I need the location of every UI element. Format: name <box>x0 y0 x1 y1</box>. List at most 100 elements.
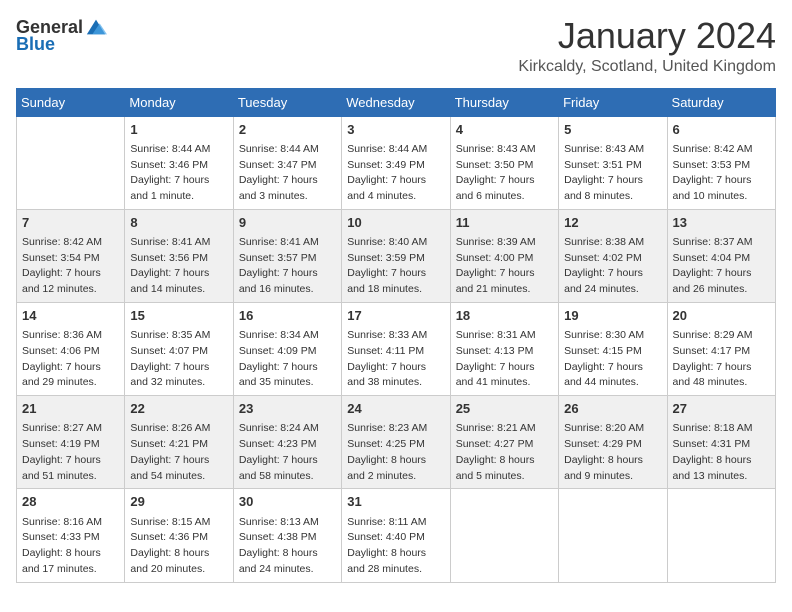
day-info: Sunrise: 8:24 AMSunset: 4:23 PMDaylight:… <box>239 421 336 484</box>
title-area: January 2024 Kirkcaldy, Scotland, United… <box>518 16 776 76</box>
weekday-header-friday: Friday <box>559 88 667 116</box>
day-number: 6 <box>673 121 770 139</box>
day-number: 12 <box>564 214 661 232</box>
day-info: Sunrise: 8:44 AMSunset: 3:46 PMDaylight:… <box>130 142 227 205</box>
day-info: Sunrise: 8:34 AMSunset: 4:09 PMDaylight:… <box>239 328 336 391</box>
calendar-cell: 16 Sunrise: 8:34 AMSunset: 4:09 PMDayligh… <box>233 302 341 395</box>
calendar-week-row: 1 Sunrise: 8:44 AMSunset: 3:46 PMDaylight… <box>17 116 776 209</box>
day-info: Sunrise: 8:38 AMSunset: 4:02 PMDaylight:… <box>564 235 661 298</box>
day-info: Sunrise: 8:29 AMSunset: 4:17 PMDaylight:… <box>673 328 770 391</box>
calendar-cell <box>17 116 125 209</box>
day-number: 27 <box>673 400 770 418</box>
day-number: 22 <box>130 400 227 418</box>
day-number: 31 <box>347 493 444 511</box>
calendar-cell: 8Sunrise: 8:41 AMSunset: 3:56 PMDaylight… <box>125 209 233 302</box>
calendar-cell: 3 Sunrise: 8:44 AMSunset: 3:49 PMDaylight… <box>342 116 450 209</box>
weekday-header-wednesday: Wednesday <box>342 88 450 116</box>
day-number: 29 <box>130 493 227 511</box>
day-info: Sunrise: 8:13 AMSunset: 4:38 PMDaylight:… <box>239 515 336 578</box>
day-info: Sunrise: 8:41 AMSunset: 3:57 PMDaylight:… <box>239 235 336 298</box>
calendar-cell: 22 Sunrise: 8:26 AMSunset: 4:21 PMDayligh… <box>125 396 233 489</box>
day-info: Sunrise: 8:42 AMSunset: 3:53 PMDaylight:… <box>673 142 770 205</box>
calendar-cell: 5 Sunrise: 8:43 AMSunset: 3:51 PMDaylight… <box>559 116 667 209</box>
weekday-header-thursday: Thursday <box>450 88 558 116</box>
weekday-header-saturday: Saturday <box>667 88 775 116</box>
day-number: 26 <box>564 400 661 418</box>
day-info: Sunrise: 8:44 AMSunset: 3:47 PMDaylight:… <box>239 142 336 205</box>
day-info: Sunrise: 8:40 AMSunset: 3:59 PMDaylight:… <box>347 235 444 298</box>
day-info: Sunrise: 8:37 AMSunset: 4:04 PMDaylight:… <box>673 235 770 298</box>
day-info: Sunrise: 8:43 AMSunset: 3:51 PMDaylight:… <box>564 142 661 205</box>
day-number: 5 <box>564 121 661 139</box>
calendar-cell: 12 Sunrise: 8:38 AMSunset: 4:02 PMDayligh… <box>559 209 667 302</box>
day-number: 17 <box>347 307 444 325</box>
calendar-cell: 7Sunrise: 8:42 AMSunset: 3:54 PMDaylight… <box>17 209 125 302</box>
day-info: Sunrise: 8:15 AMSunset: 4:36 PMDaylight:… <box>130 515 227 578</box>
day-number: 13 <box>673 214 770 232</box>
day-number: 14 <box>22 307 119 325</box>
logo-blue-text: Blue <box>16 34 55 55</box>
calendar-cell: 1 Sunrise: 8:44 AMSunset: 3:46 PMDaylight… <box>125 116 233 209</box>
calendar-cell: 18Sunrise: 8:31 AMSunset: 4:13 PMDayligh… <box>450 302 558 395</box>
day-number: 25 <box>456 400 553 418</box>
day-number: 28 <box>22 493 119 511</box>
calendar-cell: 13 Sunrise: 8:37 AMSunset: 4:04 PMDayligh… <box>667 209 775 302</box>
day-number: 16 <box>239 307 336 325</box>
day-number: 3 <box>347 121 444 139</box>
calendar-cell: 26Sunrise: 8:20 AMSunset: 4:29 PMDayligh… <box>559 396 667 489</box>
day-info: Sunrise: 8:36 AMSunset: 4:06 PMDaylight:… <box>22 328 119 391</box>
calendar-cell: 30 Sunrise: 8:13 AMSunset: 4:38 PMDayligh… <box>233 489 341 582</box>
day-number: 30 <box>239 493 336 511</box>
location-title: Kirkcaldy, Scotland, United Kingdom <box>518 58 776 76</box>
logo-icon <box>85 16 107 38</box>
weekday-header-tuesday: Tuesday <box>233 88 341 116</box>
calendar-cell: 31 Sunrise: 8:11 AMSunset: 4:40 PMDayligh… <box>342 489 450 582</box>
calendar-cell: 6 Sunrise: 8:42 AMSunset: 3:53 PMDaylight… <box>667 116 775 209</box>
calendar-cell <box>667 489 775 582</box>
day-info: Sunrise: 8:43 AMSunset: 3:50 PMDaylight:… <box>456 142 553 205</box>
calendar-cell: 14 Sunrise: 8:36 AMSunset: 4:06 PMDayligh… <box>17 302 125 395</box>
calendar-cell: 9 Sunrise: 8:41 AMSunset: 3:57 PMDaylight… <box>233 209 341 302</box>
page-header: General Blue January 2024 Kirkcaldy, Sco… <box>16 16 776 76</box>
day-number: 8 <box>130 214 227 232</box>
calendar-cell <box>450 489 558 582</box>
day-info: Sunrise: 8:21 AMSunset: 4:27 PMDaylight:… <box>456 421 553 484</box>
calendar-week-row: 28Sunrise: 8:16 AMSunset: 4:33 PMDayligh… <box>17 489 776 582</box>
calendar-cell: 23 Sunrise: 8:24 AMSunset: 4:23 PMDayligh… <box>233 396 341 489</box>
month-title: January 2024 <box>518 16 776 56</box>
calendar-cell: 27 Sunrise: 8:18 AMSunset: 4:31 PMDayligh… <box>667 396 775 489</box>
day-info: Sunrise: 8:18 AMSunset: 4:31 PMDaylight:… <box>673 421 770 484</box>
day-info: Sunrise: 8:39 AMSunset: 4:00 PMDaylight:… <box>456 235 553 298</box>
calendar-cell: 10 Sunrise: 8:40 AMSunset: 3:59 PMDayligh… <box>342 209 450 302</box>
day-number: 19 <box>564 307 661 325</box>
day-number: 20 <box>673 307 770 325</box>
day-info: Sunrise: 8:27 AMSunset: 4:19 PMDaylight:… <box>22 421 119 484</box>
calendar-week-row: 7Sunrise: 8:42 AMSunset: 3:54 PMDaylight… <box>17 209 776 302</box>
day-number: 7 <box>22 214 119 232</box>
day-info: Sunrise: 8:23 AMSunset: 4:25 PMDaylight:… <box>347 421 444 484</box>
day-number: 9 <box>239 214 336 232</box>
day-number: 1 <box>130 121 227 139</box>
day-number: 10 <box>347 214 444 232</box>
day-number: 15 <box>130 307 227 325</box>
calendar-cell: 2 Sunrise: 8:44 AMSunset: 3:47 PMDaylight… <box>233 116 341 209</box>
calendar-cell: 17Sunrise: 8:33 AMSunset: 4:11 PMDayligh… <box>342 302 450 395</box>
calendar-cell: 11 Sunrise: 8:39 AMSunset: 4:00 PMDayligh… <box>450 209 558 302</box>
calendar-cell <box>559 489 667 582</box>
calendar-cell: 25 Sunrise: 8:21 AMSunset: 4:27 PMDayligh… <box>450 396 558 489</box>
day-number: 11 <box>456 214 553 232</box>
day-number: 2 <box>239 121 336 139</box>
logo: General Blue <box>16 16 107 55</box>
day-info: Sunrise: 8:35 AMSunset: 4:07 PMDaylight:… <box>130 328 227 391</box>
calendar-cell: 20 Sunrise: 8:29 AMSunset: 4:17 PMDayligh… <box>667 302 775 395</box>
weekday-header-monday: Monday <box>125 88 233 116</box>
day-number: 23 <box>239 400 336 418</box>
day-info: Sunrise: 8:11 AMSunset: 4:40 PMDaylight:… <box>347 515 444 578</box>
calendar-cell: 29 Sunrise: 8:15 AMSunset: 4:36 PMDayligh… <box>125 489 233 582</box>
day-info: Sunrise: 8:26 AMSunset: 4:21 PMDaylight:… <box>130 421 227 484</box>
calendar-week-row: 14 Sunrise: 8:36 AMSunset: 4:06 PMDayligh… <box>17 302 776 395</box>
day-info: Sunrise: 8:44 AMSunset: 3:49 PMDaylight:… <box>347 142 444 205</box>
day-info: Sunrise: 8:31 AMSunset: 4:13 PMDaylight:… <box>456 328 553 391</box>
calendar-cell: 15 Sunrise: 8:35 AMSunset: 4:07 PMDayligh… <box>125 302 233 395</box>
day-number: 4 <box>456 121 553 139</box>
